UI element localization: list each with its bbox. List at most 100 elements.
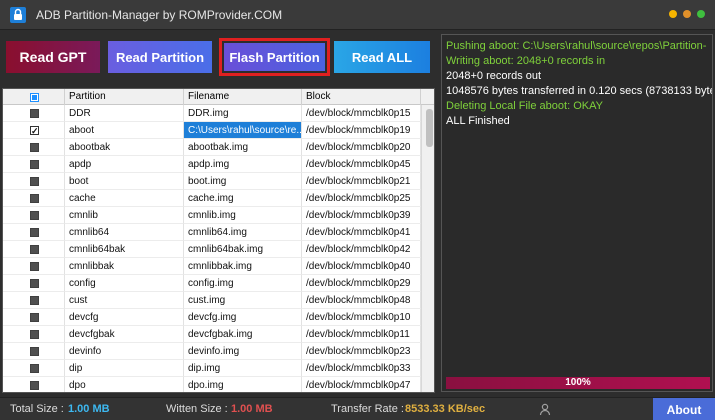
table-row[interactable]: dpo dpo.img/dev/block/mmcblk0p47: [3, 377, 421, 392]
filename-cell[interactable]: DDR.img: [184, 105, 302, 122]
table-row[interactable]: cmnlibbak cmnlibbak.img/dev/block/mmcblk0…: [3, 258, 421, 275]
row-checkbox[interactable]: [30, 296, 39, 305]
row-checkbox[interactable]: [30, 194, 39, 203]
filename-cell[interactable]: devcfgbak.img: [184, 326, 302, 343]
title-bar: ADB Partition-Manager by ROMProvider.COM: [0, 0, 715, 30]
block-cell: /dev/block/mmcblk0p48: [302, 292, 421, 309]
table-row[interactable]: boot boot.img/dev/block/mmcblk0p21: [3, 173, 421, 190]
about-button[interactable]: About: [653, 398, 715, 420]
row-checkbox[interactable]: [30, 177, 39, 186]
table-row[interactable]: abootbak abootbak.img/dev/block/mmcblk0p2…: [3, 139, 421, 156]
table-row[interactable]: dip dip.img/dev/block/mmcblk0p33: [3, 360, 421, 377]
table-row[interactable]: devcfgbak devcfgbak.img/dev/block/mmcblk0…: [3, 326, 421, 343]
filename-cell[interactable]: apdp.img: [184, 156, 302, 173]
row-checkbox[interactable]: [30, 109, 39, 118]
row-check-cell[interactable]: [3, 173, 65, 190]
row-checkbox[interactable]: [30, 143, 39, 152]
table-row[interactable]: cache cache.img/dev/block/mmcblk0p25: [3, 190, 421, 207]
row-checkbox[interactable]: [30, 381, 39, 390]
header-filename[interactable]: Filename: [184, 89, 302, 105]
table-header: Partition Filename Block: [3, 89, 434, 105]
filename-cell[interactable]: C:\Users\rahul\source\re...: [184, 122, 302, 139]
row-checkbox[interactable]: [30, 347, 39, 356]
select-all-checkbox[interactable]: [30, 93, 39, 102]
row-check-cell[interactable]: [3, 224, 65, 241]
filename-cell[interactable]: dip.img: [184, 360, 302, 377]
header-block[interactable]: Block: [302, 89, 421, 105]
table-row[interactable]: cmnlib64 cmnlib64.img/dev/block/mmcblk0p4…: [3, 224, 421, 241]
read-all-button[interactable]: Read ALL: [334, 41, 430, 73]
row-checkbox[interactable]: [30, 160, 39, 169]
table-row[interactable]: cmnlib64bak cmnlib64bak.img/dev/block/mmc…: [3, 241, 421, 258]
header-select-all[interactable]: [3, 89, 65, 105]
row-check-cell[interactable]: [3, 105, 65, 122]
row-check-cell[interactable]: [3, 343, 65, 360]
close-dot[interactable]: [697, 10, 705, 18]
log-line: Deleting Local File aboot: OKAY: [446, 100, 603, 112]
table-row[interactable]: DDR DDR.img/dev/block/mmcblk0p15: [3, 105, 421, 122]
read-gpt-button[interactable]: Read GPT: [6, 41, 100, 73]
row-check-cell[interactable]: [3, 360, 65, 377]
filename-cell[interactable]: cache.img: [184, 190, 302, 207]
row-check-cell[interactable]: [3, 258, 65, 275]
row-check-cell[interactable]: [3, 309, 65, 326]
table-scrollbar[interactable]: [421, 105, 434, 392]
log-line: Writing aboot: 2048+0 records in: [446, 55, 606, 67]
row-checkbox[interactable]: [30, 123, 39, 138]
partition-cell: devcfg: [65, 309, 184, 326]
table-row[interactable]: apdp apdp.img/dev/block/mmcblk0p45: [3, 156, 421, 173]
row-check-cell[interactable]: [3, 139, 65, 156]
row-check-cell[interactable]: [3, 326, 65, 343]
block-cell: /dev/block/mmcblk0p21: [302, 173, 421, 190]
progress-label: 100%: [565, 377, 591, 388]
maximize-dot[interactable]: [683, 10, 691, 18]
filename-cell[interactable]: cmnlibbak.img: [184, 258, 302, 275]
filename-cell[interactable]: abootbak.img: [184, 139, 302, 156]
filename-cell[interactable]: cmnlib64.img: [184, 224, 302, 241]
filename-cell[interactable]: boot.img: [184, 173, 302, 190]
row-checkbox[interactable]: [30, 313, 39, 322]
progress-bar: 100%: [446, 377, 710, 389]
row-checkbox[interactable]: [30, 279, 39, 288]
status-bar: Total Size : 1.00 MB Witten Size : 1.00 …: [0, 397, 715, 420]
table-row[interactable]: config config.img/dev/block/mmcblk0p29: [3, 275, 421, 292]
filename-cell[interactable]: cmnlib64bak.img: [184, 241, 302, 258]
row-checkbox[interactable]: [30, 245, 39, 254]
row-checkbox[interactable]: [30, 262, 39, 271]
table-row[interactable]: devinfo devinfo.img/dev/block/mmcblk0p23: [3, 343, 421, 360]
partition-cell: devinfo: [65, 343, 184, 360]
filename-cell[interactable]: cust.img: [184, 292, 302, 309]
log-line: ALL Finished: [446, 115, 510, 127]
table-row[interactable]: cust cust.img/dev/block/mmcblk0p48: [3, 292, 421, 309]
row-check-cell[interactable]: [3, 207, 65, 224]
row-check-cell[interactable]: [3, 377, 65, 392]
table-row[interactable]: devcfg devcfg.img/dev/block/mmcblk0p10: [3, 309, 421, 326]
filename-cell[interactable]: cmnlib.img: [184, 207, 302, 224]
table-row[interactable]: abootC:\Users\rahul\source\re.../dev/blo…: [3, 122, 421, 139]
transfer-rate-label: Transfer Rate :: [331, 403, 404, 415]
row-check-cell[interactable]: [3, 190, 65, 207]
row-checkbox[interactable]: [30, 330, 39, 339]
row-check-cell[interactable]: [3, 241, 65, 258]
filename-cell[interactable]: dpo.img: [184, 377, 302, 392]
scrollbar-thumb[interactable]: [426, 109, 433, 147]
row-check-cell[interactable]: [3, 156, 65, 173]
table-row[interactable]: cmnlib cmnlib.img/dev/block/mmcblk0p39: [3, 207, 421, 224]
app-window: ADB Partition-Manager by ROMProvider.COM…: [0, 0, 715, 420]
partition-cell: cmnlibbak: [65, 258, 184, 275]
filename-cell[interactable]: devinfo.img: [184, 343, 302, 360]
partition-cell: boot: [65, 173, 184, 190]
flash-partition-button[interactable]: Flash Partition: [224, 43, 325, 71]
row-checkbox[interactable]: [30, 364, 39, 373]
row-check-cell[interactable]: [3, 292, 65, 309]
filename-cell[interactable]: devcfg.img: [184, 309, 302, 326]
row-check-cell[interactable]: [3, 275, 65, 292]
header-partition[interactable]: Partition: [65, 89, 184, 105]
minimize-dot[interactable]: [669, 10, 677, 18]
window-controls: [669, 10, 705, 18]
filename-cell[interactable]: config.img: [184, 275, 302, 292]
row-checkbox[interactable]: [30, 228, 39, 237]
read-partition-button[interactable]: Read Partition: [108, 41, 212, 73]
row-checkbox[interactable]: [30, 211, 39, 220]
row-check-cell[interactable]: [3, 122, 65, 139]
